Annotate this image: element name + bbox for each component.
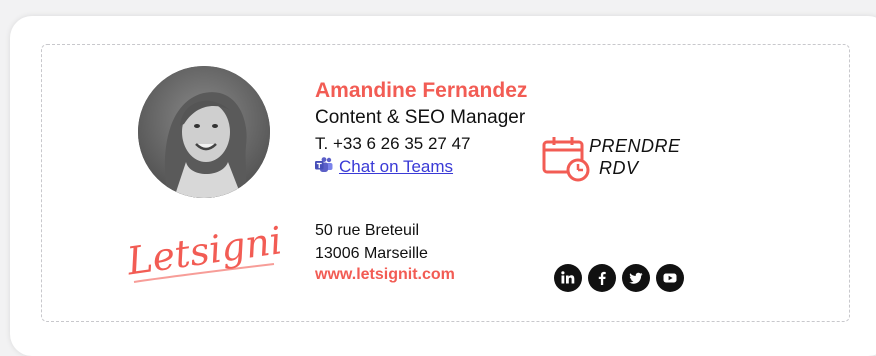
letsignit-logo[interactable]: Letsignit xyxy=(123,216,300,300)
linkedin-icon[interactable] xyxy=(554,264,582,292)
facebook-icon[interactable] xyxy=(588,264,616,292)
website-link[interactable]: www.letsignit.com xyxy=(315,266,455,284)
rdv-label-line1: PRENDRE xyxy=(589,136,681,156)
contact-phone[interactable]: T. +33 6 26 35 27 47 xyxy=(315,134,471,154)
rdv-label-line2: RDV xyxy=(599,158,639,178)
contact-name: Amandine Fernandez xyxy=(315,79,528,102)
avatar xyxy=(138,66,270,198)
contact-role: Content & SEO Manager xyxy=(315,107,526,128)
address-city: 13006 Marseille xyxy=(315,245,428,262)
teams-icon xyxy=(315,156,333,178)
chat-on-teams-link[interactable]: Chat on Teams xyxy=(339,157,453,177)
address-street: 50 rue Breteuil xyxy=(315,222,420,239)
teams-chat[interactable]: Chat on Teams xyxy=(315,156,453,178)
youtube-icon[interactable] xyxy=(656,264,684,292)
social-links xyxy=(554,264,684,292)
twitter-icon[interactable] xyxy=(622,264,650,292)
calendar-clock-icon xyxy=(542,137,590,182)
svg-text:Letsignit: Letsignit xyxy=(124,220,282,284)
prendre-rdv-button[interactable]: PRENDRE RDV xyxy=(541,134,686,182)
